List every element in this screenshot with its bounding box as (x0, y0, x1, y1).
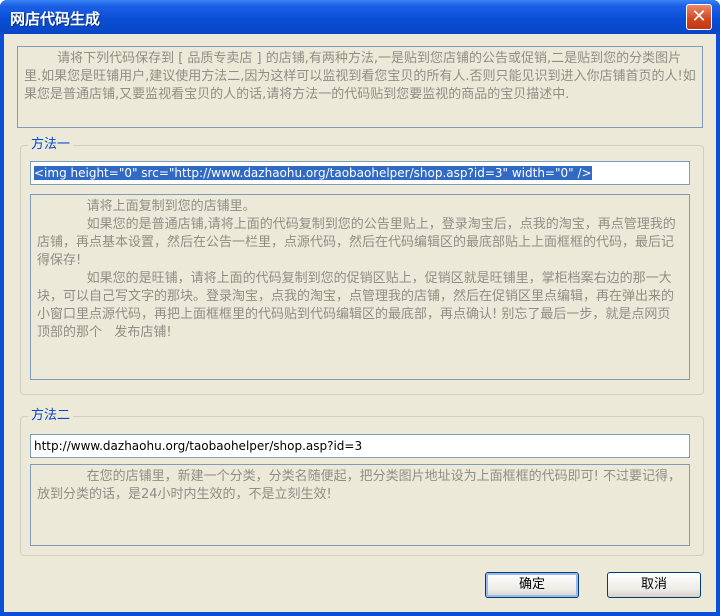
method2-url-field[interactable]: http://www.dazhaohu.org/taobaohelper/sho… (30, 434, 690, 458)
dialog-client-area: 请将下列代码保存到 [ 品质专卖店 ] 的店铺,有两种方法,一是贴到您店铺的公告… (4, 34, 716, 612)
dialog-window: 网店代码生成 ✕ 请将下列代码保存到 [ 品质专卖店 ] 的店铺,有两种方法,一… (0, 0, 720, 616)
method1-instructions-box[interactable]: 请将上面复制到您的店铺里。 如果您的是普通店铺,请将上面的代码复制到您的公告里贴… (30, 194, 690, 380)
method1-code-text: <img height="0" src="http://www.dazhaohu… (34, 166, 592, 180)
method2-legend: 方法二 (28, 408, 74, 424)
method1-code-field[interactable]: <img height="0" src="http://www.dazhaohu… (30, 161, 690, 185)
method2-instructions-box[interactable]: 在您的店铺里，新建一个分类，分类名随便起，把分类图片地址设为上面框框的代码即可!… (30, 464, 690, 546)
method1-legend: 方法一 (28, 137, 74, 153)
ok-button[interactable]: 确定 (485, 572, 579, 598)
intro-text-box[interactable]: 请将下列代码保存到 [ 品质专卖店 ] 的店铺,有两种方法,一是贴到您店铺的公告… (17, 46, 703, 128)
close-icon[interactable]: ✕ (686, 4, 712, 30)
title-bar[interactable]: 网店代码生成 ✕ (0, 0, 720, 34)
window-title: 网店代码生成 (10, 10, 101, 28)
cancel-button[interactable]: 取消 (607, 572, 701, 598)
